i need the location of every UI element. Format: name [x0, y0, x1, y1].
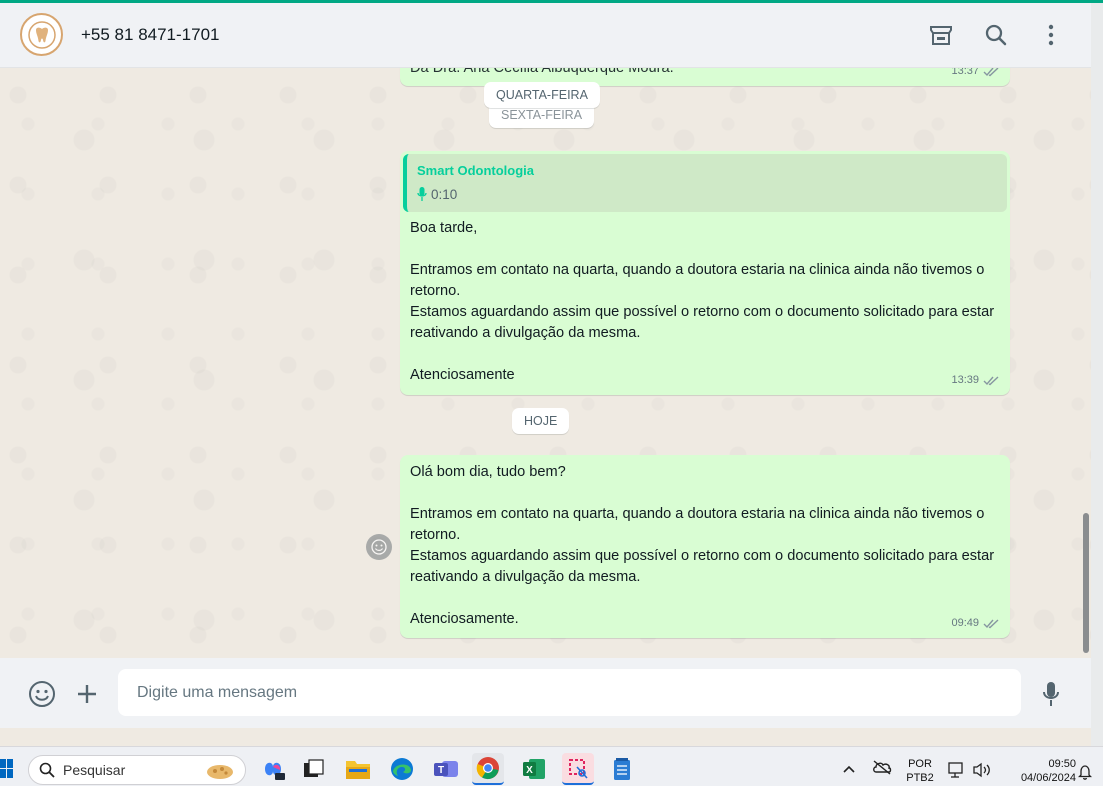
microphone-icon	[417, 187, 427, 201]
chrome-icon[interactable]	[472, 753, 504, 785]
clock-date: 04/06/2024	[1020, 772, 1076, 784]
search-icon[interactable]	[982, 21, 1010, 49]
store-catalog-icon[interactable]	[927, 21, 955, 49]
clock[interactable]: 09:50 04/06/2024	[1000, 757, 1076, 785]
whatsapp-window: +55 81 8471-1701 Da Dra. Ana Cecília Alb…	[0, 3, 1091, 746]
input-language[interactable]: POR PTB2	[904, 757, 936, 785]
search-label: Pesquisar	[63, 762, 126, 778]
svg-text:X: X	[526, 765, 533, 776]
clock-time: 09:50	[1048, 758, 1076, 770]
message-text: Boa tarde, Entramos em contato na quarta…	[410, 220, 995, 383]
copilot-icon[interactable]	[257, 753, 289, 785]
tooth-logo-icon	[27, 20, 56, 49]
notepad-icon[interactable]	[606, 753, 638, 785]
chat-scrollbar[interactable]	[1083, 73, 1090, 655]
message-text: Da Dra. Ana Cecília Albuquerque Moura.	[410, 68, 674, 76]
message-time: 13:37	[951, 68, 979, 77]
message-text: Olá bom dia, tudo bem? Entramos em conta…	[410, 464, 995, 627]
microphone-icon[interactable]	[1037, 680, 1065, 708]
react-emoji-button[interactable]	[366, 534, 392, 560]
message-time: 09:49	[951, 617, 979, 629]
windows-taskbar: Pesquisar T X POR PTB2 09:50 04/06/2024	[0, 746, 1103, 786]
date-chip-today: HOJE	[512, 408, 570, 434]
teams-icon[interactable]: T	[430, 753, 462, 785]
svg-text:T: T	[438, 765, 444, 776]
notification-bell-icon[interactable]	[1077, 764, 1093, 785]
search-highlight-icon	[207, 765, 233, 779]
message-bubble-outgoing[interactable]: Smart Odontologia 0:10 Boa tarde, Entram…	[400, 151, 1010, 395]
snipping-tool-icon[interactable]	[562, 753, 594, 785]
quoted-audio-reply[interactable]: Smart Odontologia 0:10	[403, 154, 1007, 212]
windows-start-icon[interactable]	[0, 759, 14, 779]
message-meta: 13:39	[951, 370, 1000, 391]
search-icon	[39, 762, 55, 778]
file-explorer-icon[interactable]	[342, 753, 374, 785]
smiley-icon	[371, 539, 387, 555]
compose-bar	[0, 658, 1091, 728]
double-check-icon	[983, 618, 999, 628]
message-meta: 13:37	[951, 68, 1000, 82]
contact-name[interactable]: +55 81 8471-1701	[81, 25, 220, 45]
taskbar-search[interactable]: Pesquisar	[28, 755, 246, 785]
double-check-icon	[983, 68, 999, 76]
language-code: POR	[908, 758, 932, 770]
contact-avatar[interactable]	[20, 13, 63, 56]
edge-browser-icon[interactable]	[386, 753, 418, 785]
quote-audio: 0:10	[417, 184, 997, 205]
excel-icon[interactable]: X	[518, 753, 550, 785]
message-time: 13:39	[951, 374, 979, 386]
message-meta: 09:49	[951, 613, 1000, 634]
double-check-icon	[983, 375, 999, 385]
onedrive-offline-icon[interactable]	[872, 759, 892, 780]
attach-plus-icon[interactable]	[73, 680, 101, 708]
menu-kebab-icon[interactable]	[1037, 21, 1065, 49]
message-input[interactable]	[118, 669, 1021, 716]
tray-overflow-chevron-icon[interactable]	[842, 761, 856, 779]
quote-author: Smart Odontologia	[417, 163, 534, 178]
volume-icon[interactable]	[972, 762, 992, 783]
emoji-icon[interactable]	[28, 680, 56, 708]
date-chip-wednesday: QUARTA-FEIRA	[484, 82, 600, 108]
task-view-icon[interactable]	[298, 753, 330, 785]
keyboard-layout: PTB2	[906, 772, 934, 784]
network-icon[interactable]	[948, 762, 966, 783]
audio-duration: 0:10	[431, 187, 458, 202]
message-list[interactable]: Da Dra. Ana Cecília Albuquerque Moura. 1…	[0, 68, 1091, 658]
chat-header: +55 81 8471-1701	[0, 3, 1091, 68]
message-bubble-outgoing[interactable]: Olá bom dia, tudo bem? Entramos em conta…	[400, 455, 1010, 638]
scroll-thumb[interactable]	[1083, 513, 1089, 653]
